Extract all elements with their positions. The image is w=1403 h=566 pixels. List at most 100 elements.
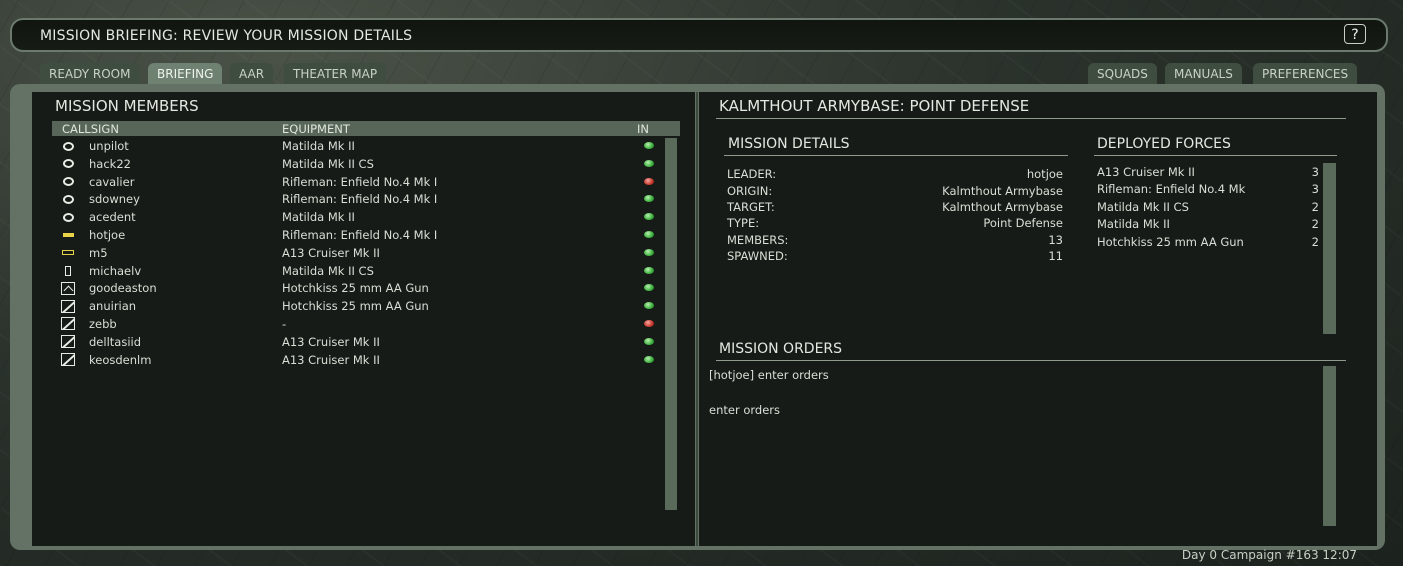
table-row[interactable]: m5 A13 Cruiser Mk II [52, 245, 662, 263]
force-count: 2 [1311, 235, 1319, 249]
chevron-box-icon [61, 281, 75, 295]
members-table-header: CALLSIGN EQUIPMENT IN [52, 121, 680, 136]
members-title: MISSION MEMBERS [55, 97, 199, 115]
detail-value: Kalmthout Armybase [942, 200, 1063, 214]
force-count: 2 [1311, 200, 1319, 214]
force-name: Matilda Mk II CS [1097, 200, 1189, 214]
callsign-cell: keosdenlm [89, 352, 152, 367]
status-green-icon [644, 302, 654, 310]
detail-leader: LEADER: hotjoe [727, 167, 1063, 185]
equipment-cell: Matilda Mk II [282, 139, 355, 153]
table-row[interactable]: michaelv Matilda Mk II CS [52, 263, 662, 281]
detail-type: TYPE: Point Defense [727, 216, 1063, 234]
mission-pane [699, 92, 1377, 546]
status-green-icon [644, 159, 654, 167]
table-row[interactable]: zebb - [52, 316, 662, 334]
diagonal-box-icon [61, 335, 75, 349]
diagonal-box-icon [61, 353, 75, 367]
list-item: Rifleman: Enfield No.4 Mk 3 [1097, 182, 1319, 200]
callsign-cell: delltasiid [89, 334, 142, 349]
mission-title: KALMTHOUT ARMYBASE: POINT DEFENSE [719, 97, 1030, 115]
table-row[interactable]: delltasiid A13 Cruiser Mk II [52, 334, 662, 352]
table-row[interactable]: cavalier Rifleman: Enfield No.4 Mk I [52, 174, 662, 192]
orders-line[interactable]: [hotjoe] enter orders [709, 368, 829, 382]
equipment-cell: Rifleman: Enfield No.4 Mk I [282, 192, 438, 207]
table-row[interactable]: goodeaston Hotchkiss 25 mm AA Gun [52, 280, 662, 298]
yellow-outline-bar-icon [61, 247, 75, 259]
table-row[interactable]: keosdenlm A13 Cruiser Mk II [52, 352, 662, 370]
equipment-cell: Rifleman: Enfield No.4 Mk I [282, 227, 438, 242]
orders-scrollbar[interactable] [1323, 366, 1336, 526]
detail-value: Point Defense [983, 216, 1063, 230]
rectangle-icon [61, 265, 75, 277]
ring-icon [61, 211, 75, 223]
callsign-cell: goodeaston [89, 281, 157, 296]
callsign-cell: hotjoe [89, 227, 126, 242]
status-green-icon [644, 355, 654, 363]
forces-scrollbar[interactable] [1323, 163, 1336, 334]
detail-value: Kalmthout Armybase [942, 184, 1063, 198]
list-item: Matilda Mk II 2 [1097, 217, 1319, 235]
details-title: MISSION DETAILS [728, 136, 850, 152]
equipment-cell: Rifleman: Enfield No.4 Mk I [282, 174, 438, 189]
tab-briefing[interactable]: BRIEFING [148, 63, 223, 85]
detail-key: MEMBERS: [727, 233, 789, 247]
equipment-cell: Matilda Mk II CS [282, 156, 374, 171]
detail-value: hotjoe [1026, 167, 1063, 181]
equipment-cell: Matilda Mk II [282, 210, 355, 225]
tab-ready-room[interactable]: READY ROOM [40, 63, 140, 85]
table-row[interactable]: sdowney Rifleman: Enfield No.4 Mk I [52, 191, 662, 209]
callsign-cell: hack22 [89, 156, 131, 171]
table-row[interactable]: anuirian Hotchkiss 25 mm AA Gun [52, 298, 662, 316]
force-count: 3 [1311, 165, 1319, 179]
orders-line[interactable]: enter orders [709, 403, 780, 417]
detail-key: TYPE: [727, 216, 760, 230]
list-item: A13 Cruiser Mk II 3 [1097, 165, 1319, 183]
column-equipment[interactable]: EQUIPMENT [282, 122, 350, 136]
equipment-cell: A13 Cruiser Mk II [282, 352, 380, 367]
callsign-cell: anuirian [89, 299, 137, 314]
status-green-icon [644, 337, 654, 345]
window-title: MISSION BRIEFING: REVIEW YOUR MISSION DE… [40, 28, 413, 44]
force-name: Hotchkiss 25 mm AA Gun [1097, 235, 1244, 249]
table-row[interactable]: hotjoe Rifleman: Enfield No.4 Mk I [52, 227, 662, 245]
tab-aar[interactable]: AAR [230, 63, 274, 85]
table-row[interactable]: unpilot Matilda Mk II [52, 138, 662, 156]
diagonal-box-icon [61, 299, 75, 313]
help-button[interactable]: ? [1344, 24, 1366, 44]
status-green-icon [644, 195, 654, 203]
tab-squads[interactable]: SQUADS [1088, 63, 1157, 85]
tab-manuals[interactable]: MANUALS [1165, 63, 1242, 85]
yellow-bar-icon [61, 229, 75, 241]
list-item: Matilda Mk II CS 2 [1097, 200, 1319, 218]
status-green-icon [644, 213, 654, 221]
list-item: Hotchkiss 25 mm AA Gun 2 [1097, 235, 1319, 253]
tab-theater-map[interactable]: THEATER MAP [284, 63, 387, 85]
orders-title: MISSION ORDERS [719, 341, 843, 357]
equipment-cell: Hotchkiss 25 mm AA Gun [282, 299, 429, 314]
pane-divider [696, 92, 698, 546]
equipment-cell: Hotchkiss 25 mm AA Gun [282, 281, 429, 296]
column-callsign[interactable]: CALLSIGN [62, 122, 119, 136]
table-row[interactable]: hack22 Matilda Mk II CS [52, 156, 662, 174]
force-count: 3 [1311, 182, 1319, 196]
force-name: Matilda Mk II [1097, 217, 1170, 231]
forces-rule [1094, 155, 1337, 156]
status-green-icon [644, 284, 654, 292]
mission-title-rule [716, 118, 1346, 119]
members-scrollbar[interactable] [665, 138, 677, 510]
status-green-icon [644, 266, 654, 274]
callsign-cell: unpilot [89, 139, 129, 153]
ring-icon [61, 140, 75, 152]
callsign-cell: cavalier [89, 174, 135, 189]
status-green-icon [644, 142, 654, 149]
detail-value: 13 [1048, 233, 1063, 247]
column-in[interactable]: IN [637, 122, 649, 136]
tab-preferences[interactable]: PREFERENCES [1253, 63, 1358, 85]
ring-icon [61, 193, 75, 205]
callsign-cell: michaelv [89, 263, 142, 278]
detail-key: ORIGIN: [727, 184, 773, 198]
callsign-cell: sdowney [89, 192, 140, 207]
table-row[interactable]: acedent Matilda Mk II [52, 209, 662, 227]
orders-rule [716, 360, 1346, 361]
